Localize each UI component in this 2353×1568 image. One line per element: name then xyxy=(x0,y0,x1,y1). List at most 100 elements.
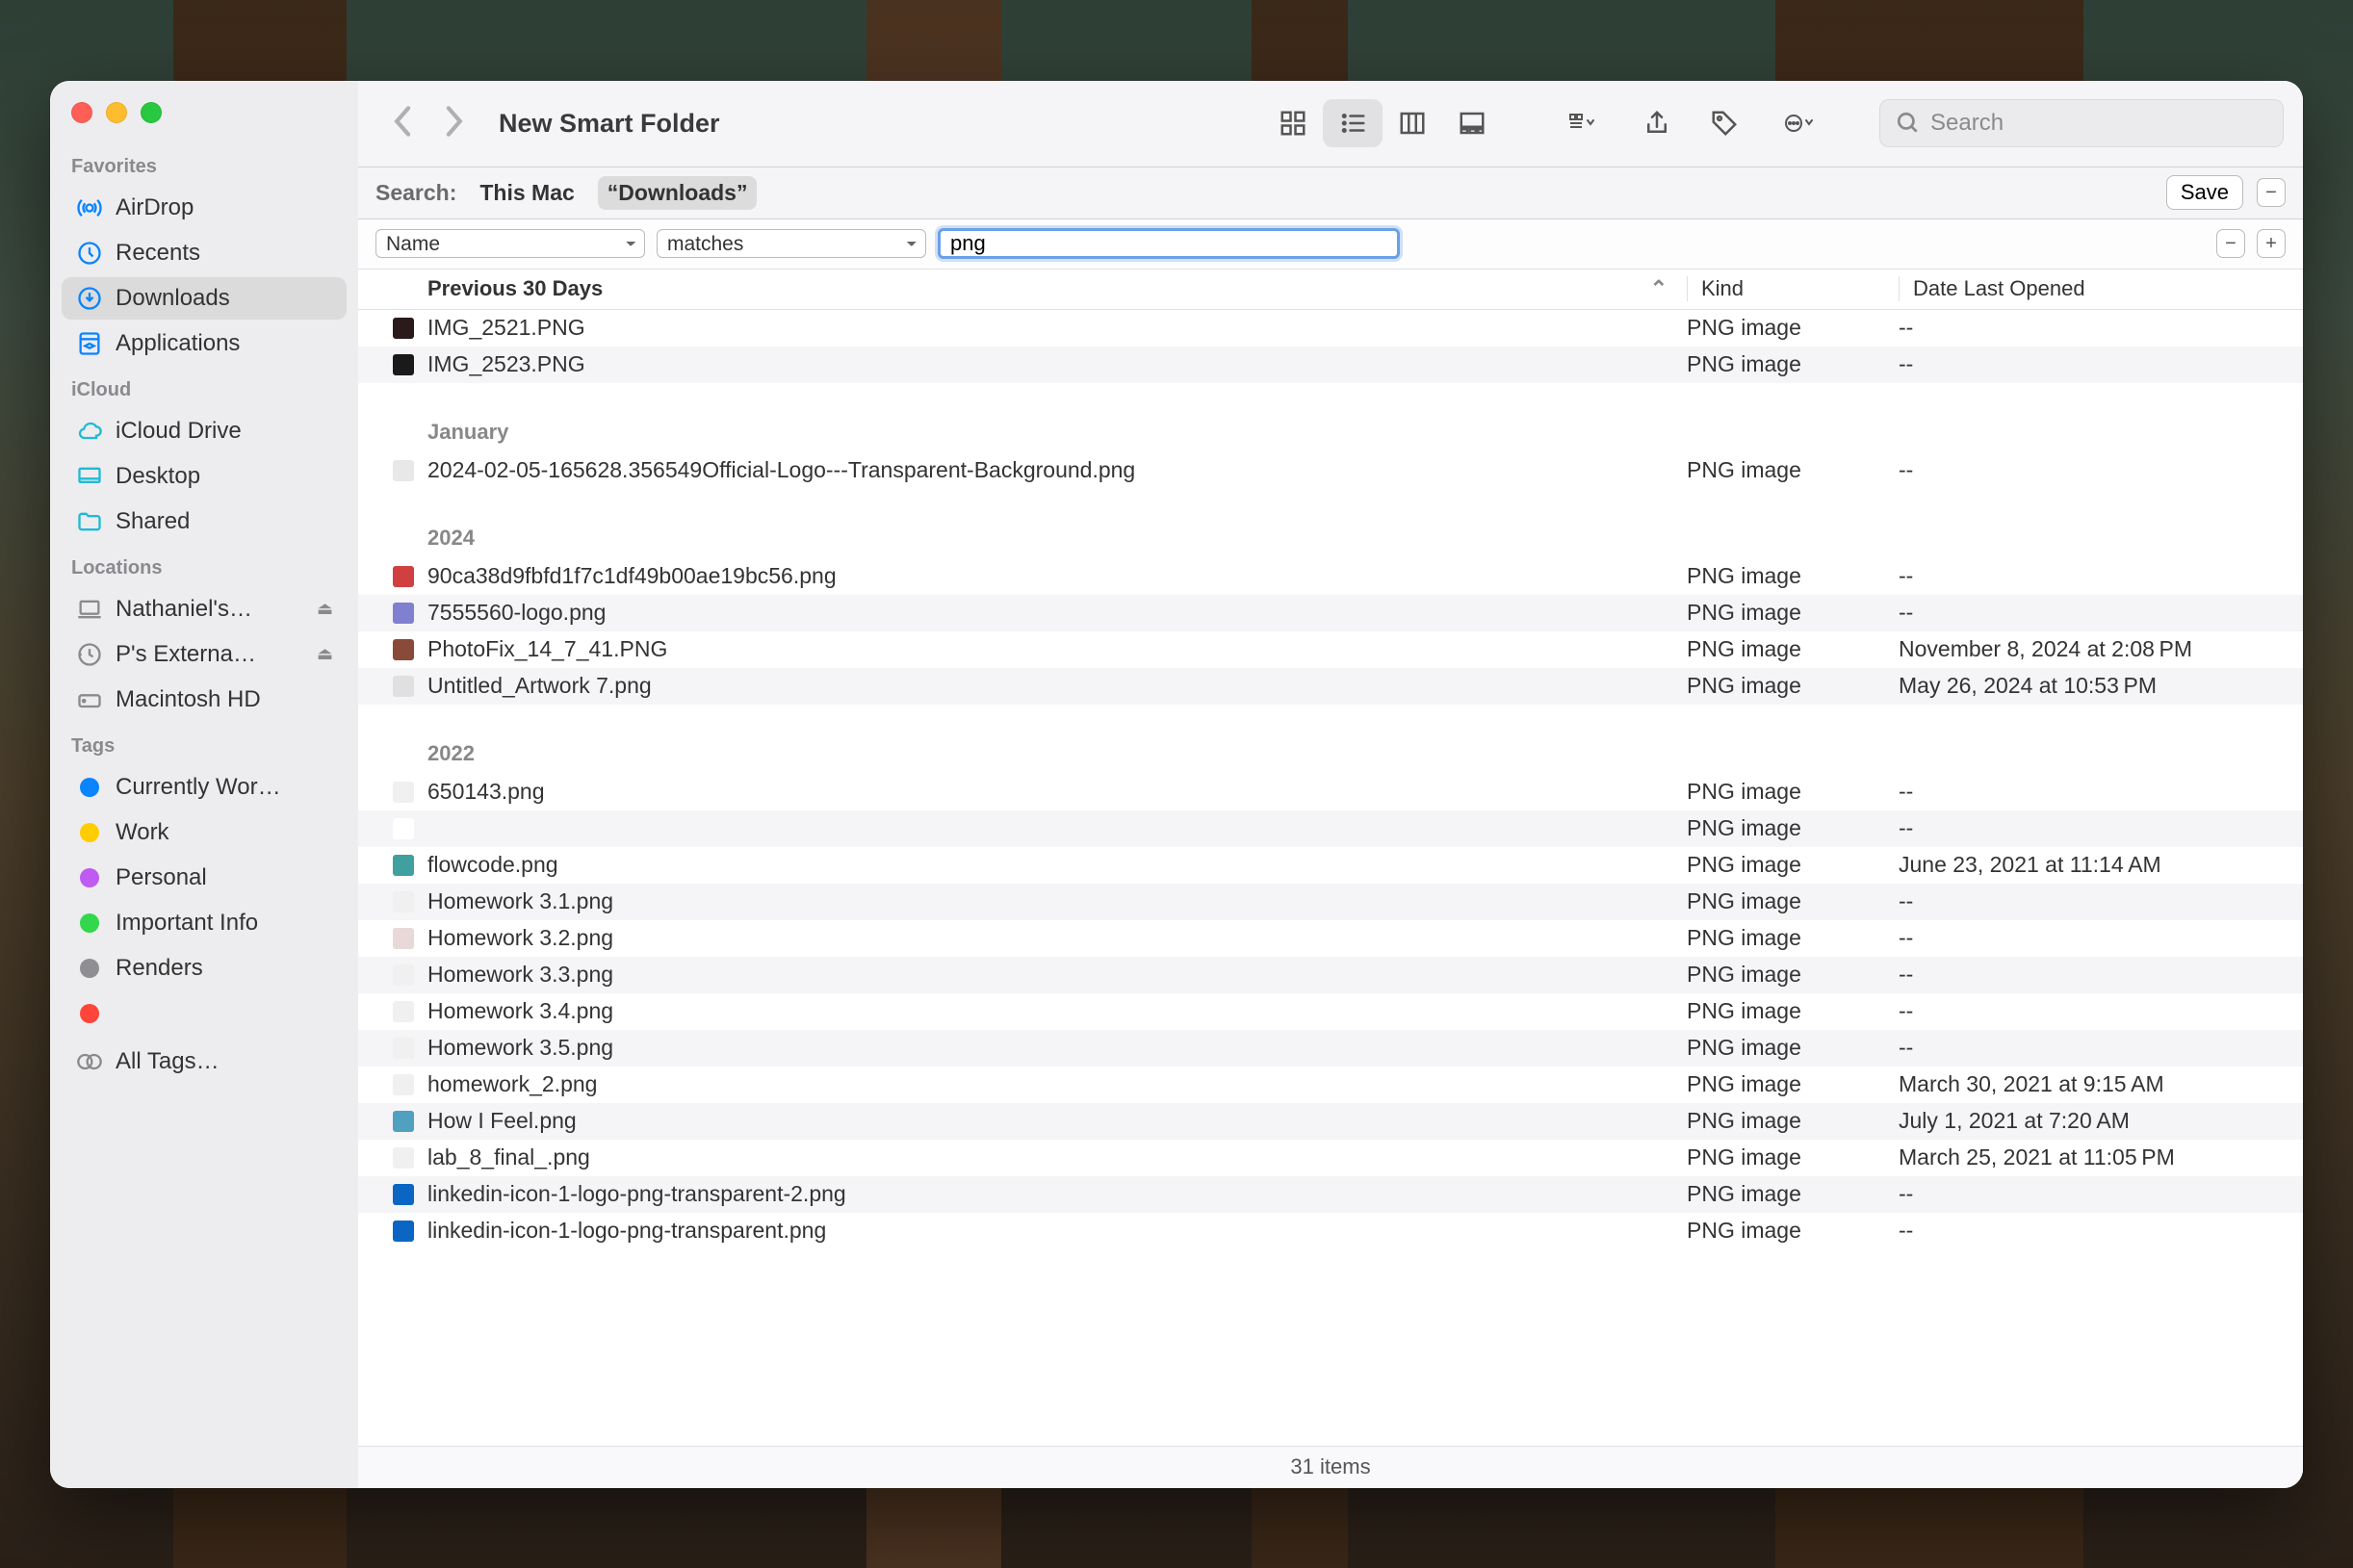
close-button[interactable] xyxy=(71,102,92,123)
fullscreen-button[interactable] xyxy=(141,102,162,123)
eject-icon[interactable]: ⏏ xyxy=(317,599,333,619)
criteria-attribute-select[interactable]: Name xyxy=(375,229,645,258)
sidebar-icloud-shared[interactable]: Shared xyxy=(62,501,347,543)
criteria-operator-select[interactable]: matches xyxy=(657,229,926,258)
sidebar-favorite-recents[interactable]: Recents xyxy=(62,232,347,274)
file-row[interactable]: homework_2.pngPNG imageMarch 30, 2021 at… xyxy=(358,1067,2303,1103)
sidebar-tag-0[interactable]: Currently Wor… xyxy=(62,766,347,809)
file-row[interactable]: Homework 3.1.pngPNG image-- xyxy=(358,884,2303,920)
file-thumbnail-icon xyxy=(393,855,414,876)
scope-bar: Search: This Mac “Downloads” Save − xyxy=(358,167,2303,219)
sidebar-tag-5[interactable] xyxy=(62,992,347,1035)
file-row[interactable]: 7555560-logo.pngPNG image-- xyxy=(358,595,2303,631)
file-date: -- xyxy=(1899,1218,2303,1244)
file-row[interactable]: IMG_2523.PNGPNG image-- xyxy=(358,347,2303,383)
sidebar-item-label: AirDrop xyxy=(116,194,194,221)
file-row[interactable]: 650143.pngPNG image-- xyxy=(358,774,2303,810)
sidebar-favorite-downloads[interactable]: Downloads xyxy=(62,277,347,320)
file-kind: PNG image xyxy=(1687,1181,1899,1207)
file-row[interactable]: 90ca38d9fbfd1f7c1df49b00ae19bc56.pngPNG … xyxy=(358,558,2303,595)
file-name: Untitled_Artwork 7.png xyxy=(427,673,1687,699)
tag-label: Currently Wor… xyxy=(116,774,281,801)
sidebar-favorite-airdrop[interactable]: AirDrop xyxy=(62,187,347,229)
column-kind[interactable]: Kind xyxy=(1687,276,1899,301)
file-row[interactable]: 2024-02-05-165628.356549Official-Logo---… xyxy=(358,452,2303,489)
tag-dot-icon xyxy=(80,913,99,933)
share-button[interactable] xyxy=(1627,99,1687,147)
file-thumbnail-icon xyxy=(393,318,414,339)
sidebar-favorite-applications[interactable]: Applications xyxy=(62,322,347,365)
forward-button[interactable] xyxy=(443,105,464,142)
window-controls xyxy=(50,98,358,144)
sidebar-icloud-icloud-drive[interactable]: iCloud Drive xyxy=(62,410,347,452)
column-date[interactable]: Date Last Opened xyxy=(1899,276,2303,301)
file-date: March 25, 2021 at 11:05 PM xyxy=(1899,1144,2303,1170)
file-name: IMG_2521.PNG xyxy=(427,315,1687,341)
remove-criteria-button[interactable]: − xyxy=(2216,229,2245,258)
tag-label: Work xyxy=(116,819,169,846)
remove-search-button[interactable]: − xyxy=(2257,178,2286,207)
file-list[interactable]: IMG_2521.PNGPNG image--IMG_2523.PNGPNG i… xyxy=(358,310,2303,1446)
file-date: -- xyxy=(1899,779,2303,805)
file-row[interactable]: Homework 3.4.pngPNG image-- xyxy=(358,993,2303,1030)
tag-dot-icon xyxy=(80,778,99,797)
file-row[interactable]: PhotoFix_14_7_41.PNGPNG imageNovember 8,… xyxy=(358,631,2303,668)
group-label: January xyxy=(358,383,2303,452)
tag-dot-icon xyxy=(80,1004,99,1023)
search-field[interactable]: Search xyxy=(1879,99,2284,147)
file-date: -- xyxy=(1899,815,2303,841)
column-view-button[interactable] xyxy=(1383,99,1442,147)
file-row[interactable]: Homework 3.5.pngPNG image-- xyxy=(358,1030,2303,1067)
file-row[interactable]: Homework 3.2.pngPNG image-- xyxy=(358,920,2303,957)
sidebar-tag-2[interactable]: Personal xyxy=(62,857,347,899)
save-search-button[interactable]: Save xyxy=(2166,175,2243,210)
add-criteria-button[interactable]: + xyxy=(2257,229,2286,258)
group-button[interactable] xyxy=(1546,99,1619,147)
sidebar-tag-4[interactable]: Renders xyxy=(62,947,347,990)
column-name[interactable]: Previous 30 Days ⌃ xyxy=(427,276,1687,301)
file-thumbnail-icon xyxy=(393,1184,414,1205)
criteria-bar: Name matches − + xyxy=(358,219,2303,270)
file-name: linkedin-icon-1-logo-png-transparent-2.p… xyxy=(427,1181,1687,1207)
criteria-value-input[interactable] xyxy=(938,228,1400,259)
file-row[interactable]: Untitled_Artwork 7.pngPNG imageMay 26, 2… xyxy=(358,668,2303,705)
file-kind: PNG image xyxy=(1687,815,1899,841)
file-name: Homework 3.2.png xyxy=(427,925,1687,951)
file-row[interactable]: lab_8_final_.pngPNG imageMarch 25, 2021 … xyxy=(358,1140,2303,1176)
search-placeholder: Search xyxy=(1930,110,2004,137)
sidebar-icloud-desktop[interactable]: Desktop xyxy=(62,455,347,498)
sidebar-tag-3[interactable]: Important Info xyxy=(62,902,347,944)
scope-downloads[interactable]: “Downloads” xyxy=(598,176,758,210)
sidebar-item-label: Desktop xyxy=(116,463,200,490)
file-date: -- xyxy=(1899,925,2303,951)
file-date: -- xyxy=(1899,888,2303,914)
file-row[interactable]: PNG image-- xyxy=(358,810,2303,847)
tags-button[interactable] xyxy=(1694,99,1754,147)
file-row[interactable]: How I Feel.pngPNG imageJuly 1, 2021 at 7… xyxy=(358,1103,2303,1140)
sidebar-tag-1[interactable]: Work xyxy=(62,811,347,854)
file-row[interactable]: IMG_2521.PNGPNG image-- xyxy=(358,310,2303,347)
back-button[interactable] xyxy=(393,105,414,142)
file-thumbnail-icon xyxy=(393,1111,414,1132)
file-row[interactable]: flowcode.pngPNG imageJune 23, 2021 at 11… xyxy=(358,847,2303,884)
sidebar-location-p-s-externa-[interactable]: P's Externa…⏏ xyxy=(62,633,347,676)
list-view-button[interactable] xyxy=(1323,99,1383,147)
file-row[interactable]: Homework 3.3.pngPNG image-- xyxy=(358,957,2303,993)
gallery-view-button[interactable] xyxy=(1442,99,1502,147)
search-icon xyxy=(1896,111,1921,136)
eject-icon[interactable]: ⏏ xyxy=(317,644,333,664)
scope-this-mac[interactable]: This Mac xyxy=(470,176,583,210)
file-row[interactable]: linkedin-icon-1-logo-png-transparent-2.p… xyxy=(358,1176,2303,1213)
folder-icon xyxy=(75,507,104,536)
minimize-button[interactable] xyxy=(106,102,127,123)
file-date: March 30, 2021 at 9:15 AM xyxy=(1899,1071,2303,1097)
file-date: -- xyxy=(1899,315,2303,341)
sidebar-location-macintosh-hd[interactable]: Macintosh HD xyxy=(62,679,347,721)
more-button[interactable] xyxy=(1762,99,1835,147)
file-name: PhotoFix_14_7_41.PNG xyxy=(427,636,1687,662)
icon-view-button[interactable] xyxy=(1263,99,1323,147)
file-row[interactable]: linkedin-icon-1-logo-png-transparent.png… xyxy=(358,1213,2303,1249)
sidebar-all-tags[interactable]: All Tags… xyxy=(62,1041,347,1083)
sidebar-location-nathaniel-s-[interactable]: Nathaniel's…⏏ xyxy=(62,588,347,630)
file-thumbnail-icon xyxy=(393,1147,414,1169)
